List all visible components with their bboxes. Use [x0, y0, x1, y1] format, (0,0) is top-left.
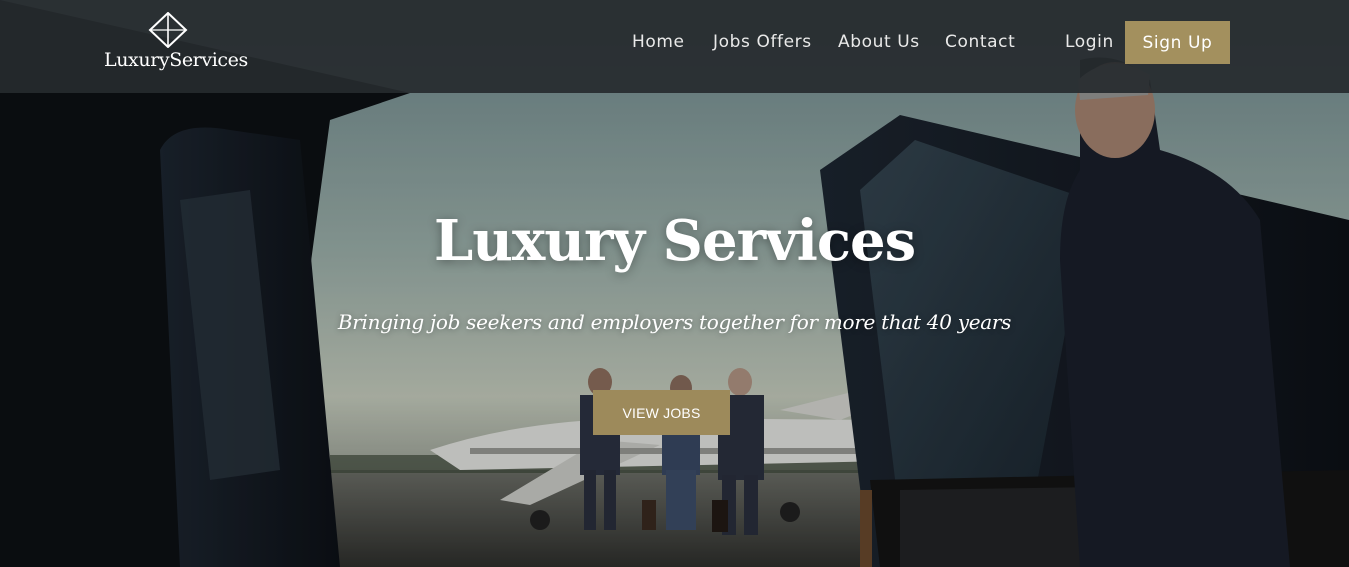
- top-navbar: LuxuryServices Home Jobs Offers About Us…: [0, 0, 1349, 93]
- sign-up-button[interactable]: Sign Up: [1125, 21, 1230, 64]
- nav-link-contact[interactable]: Contact: [945, 32, 1015, 52]
- nav-link-jobs-offers[interactable]: Jobs Offers: [713, 32, 812, 52]
- brand-name: LuxuryServices: [104, 49, 248, 71]
- login-link[interactable]: Login: [1065, 32, 1114, 52]
- brand-logo[interactable]: LuxuryServices: [104, 11, 248, 76]
- nav-link-home[interactable]: Home: [632, 32, 685, 52]
- nav-link-about-us[interactable]: About Us: [838, 32, 920, 52]
- landing-page: LuxuryServices Home Jobs Offers About Us…: [0, 0, 1349, 567]
- hero-title: Luxury Services: [433, 208, 916, 274]
- diamond-icon: [148, 11, 188, 49]
- view-jobs-button[interactable]: VIEW JOBS: [593, 390, 730, 435]
- hero-subtitle: Bringing job seekers and employers toget…: [337, 310, 1012, 334]
